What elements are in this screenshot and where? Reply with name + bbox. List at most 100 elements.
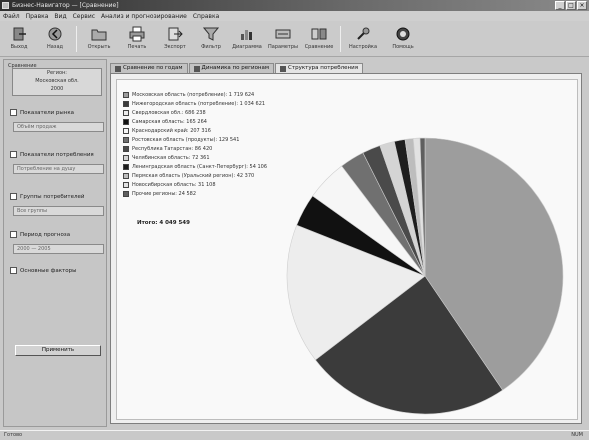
filter-icon	[203, 27, 219, 41]
legend-label: Новосибирская область: 31 108	[132, 181, 216, 188]
chart-icon	[241, 30, 252, 40]
section-factors[interactable]: Основные факторы	[10, 267, 76, 274]
legend-label: Свердловская обл.: 686 238	[132, 109, 206, 116]
app-icon	[2, 2, 9, 9]
maximize-button[interactable]: □	[566, 1, 576, 10]
section-checkbox[interactable]	[10, 267, 17, 274]
apply-button[interactable]: Применить	[15, 345, 101, 356]
legend-item: Пермская область (Уральский регион): 42 …	[123, 171, 267, 180]
window-title: Бизнес-Навигатор — [Сравнение]	[12, 2, 119, 9]
section-period[interactable]: Период прогноза	[10, 231, 70, 238]
back-icon	[48, 27, 62, 41]
legend-label: Прочие регионы: 24 582	[132, 190, 197, 197]
legend-swatch	[123, 136, 129, 143]
status-text: Готово	[4, 432, 23, 438]
minimize-button[interactable]: _	[555, 1, 565, 10]
consumption-field[interactable]: Потребление на душу	[13, 164, 104, 174]
legend-item: Новосибирская область: 31 108	[123, 180, 267, 189]
groups-field[interactable]: Все группы	[13, 206, 104, 216]
section-groups[interactable]: Группы потребителей	[10, 193, 84, 200]
window-controls: _ □ ×	[555, 1, 587, 10]
legend-swatch	[123, 100, 129, 107]
menu-analysis[interactable]: Анализ и прогнозирование	[101, 13, 187, 20]
toolbar-config-button[interactable]: Настройка	[348, 24, 378, 54]
section-checkbox[interactable]	[10, 109, 17, 116]
chart-area: Московская область (потребление): 1 719 …	[116, 79, 578, 420]
toolbar-open-button[interactable]: Открыть	[84, 24, 114, 54]
legend-swatch	[123, 109, 129, 116]
legend-swatch	[123, 163, 129, 170]
legend-item: Челябинская область: 72 361	[123, 153, 267, 162]
legend-label: Республика Татарстан: 86 420	[132, 145, 213, 152]
market-field[interactable]: Объём продаж	[13, 122, 104, 132]
legend-item: Прочие регионы: 24 582	[123, 189, 267, 198]
legend-label: Нижегородская область (потребление): 1 0…	[132, 100, 266, 107]
status-bar: Готово NUM	[0, 430, 589, 440]
legend-swatch	[123, 127, 129, 134]
tab-by-years[interactable]: Сравнение по годам	[110, 63, 188, 73]
toolbar-filter-button[interactable]: Фильтр	[196, 24, 226, 54]
toolbar-back-button[interactable]: Назад	[40, 24, 70, 54]
exit-icon	[13, 27, 26, 41]
status-indicator: NUM	[571, 432, 583, 438]
toolbar: Выход Назад Открыть Печать Экспорт Фильт…	[0, 21, 589, 57]
tab-structure[interactable]: Структура потребления	[275, 63, 364, 73]
compare-icon	[311, 28, 327, 40]
legend-label: Московская область (потребление): 1 719 …	[132, 91, 255, 98]
section-checkbox[interactable]	[10, 193, 17, 200]
chart-legend: Московская область (потребление): 1 719 …	[123, 90, 267, 198]
toolbar-separator	[76, 26, 77, 52]
legend-label: Ростовская область (продукты): 129 541	[132, 136, 240, 143]
close-button[interactable]: ×	[577, 1, 587, 10]
legend-swatch	[123, 145, 129, 152]
view-tabs: Сравнение по годам Динамика по регионам …	[110, 63, 364, 73]
tab-icon	[115, 65, 121, 72]
legend-swatch	[123, 118, 129, 125]
toolbar-help-button[interactable]: Помощь	[388, 24, 418, 54]
legend-label: Ленинградская область (Санкт-Петербург):…	[132, 163, 268, 170]
legend-item: Ленинградская область (Санкт-Петербург):…	[123, 162, 267, 171]
legend-label: Челябинская область: 72 361	[132, 154, 210, 161]
menu-file[interactable]: Файл	[3, 13, 20, 20]
menu-edit[interactable]: Правка	[26, 13, 49, 20]
legend-label: Пермская область (Уральский регион): 42 …	[132, 172, 255, 179]
menu-service[interactable]: Сервис	[73, 13, 95, 20]
tab-icon	[280, 65, 287, 72]
selection-summary: Регион: Московская обл. 2000	[12, 68, 102, 96]
help-icon	[396, 27, 410, 41]
legend-swatch	[123, 181, 129, 188]
section-market[interactable]: Показатели рынка	[10, 109, 74, 116]
print-icon	[129, 26, 145, 42]
menu-help[interactable]: Справка	[193, 13, 219, 20]
tab-by-regions[interactable]: Динамика по регионам	[188, 63, 275, 73]
toolbar-compare-button[interactable]: Сравнение	[304, 24, 334, 54]
section-consumption[interactable]: Показатели потребления	[10, 151, 94, 158]
export-icon	[168, 27, 183, 41]
legend-label: Самарская область: 165 264	[132, 118, 207, 125]
legend-item: Краснодарский край: 207 316	[123, 126, 267, 135]
toolbar-export-button[interactable]: Экспорт	[160, 24, 190, 54]
menu-bar: Файл Правка Вид Сервис Анализ и прогнози…	[0, 11, 589, 21]
chart-total: Итого: 4 049 549	[137, 220, 190, 226]
config-icon	[357, 27, 370, 40]
legend-item: Московская область (потребление): 1 719 …	[123, 90, 267, 99]
settings-icon	[275, 29, 291, 39]
menu-view[interactable]: Вид	[54, 13, 66, 20]
toolbar-settings-button[interactable]: Параметры	[268, 24, 298, 54]
filter-panel: Сравнение Регион: Московская обл. 2000 П…	[3, 59, 107, 427]
toolbar-chart-button[interactable]: Диаграмма	[232, 24, 262, 54]
title-bar: Бизнес-Навигатор — [Сравнение] _ □ ×	[0, 0, 589, 11]
toolbar-separator	[340, 26, 341, 52]
toolbar-exit-button[interactable]: Выход	[4, 24, 34, 54]
legend-item: Республика Татарстан: 86 420	[123, 144, 267, 153]
open-icon	[91, 29, 107, 41]
section-checkbox[interactable]	[10, 231, 17, 238]
section-checkbox[interactable]	[10, 151, 17, 158]
toolbar-print-button[interactable]: Печать	[122, 24, 152, 54]
legend-label: Краснодарский край: 207 316	[132, 127, 211, 134]
legend-item: Свердловская обл.: 686 238	[123, 108, 267, 117]
legend-swatch	[123, 91, 129, 98]
legend-swatch	[123, 190, 129, 197]
period-field[interactable]: 2000 — 2005	[13, 244, 104, 254]
legend-swatch	[123, 172, 129, 179]
